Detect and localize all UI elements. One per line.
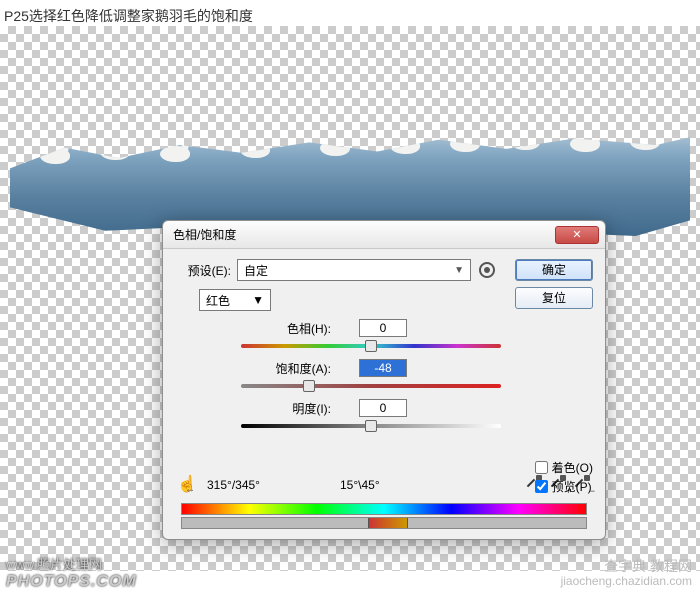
- watermark-left-line2: PHOTOPS.COM: [6, 573, 137, 591]
- saturation-track: [241, 384, 501, 388]
- chevron-down-icon: ▼: [252, 293, 264, 307]
- hue-thumb[interactable]: [365, 340, 377, 352]
- colorize-checkbox-label[interactable]: 着色(O): [535, 459, 593, 476]
- preview-text: 预览(P): [552, 478, 592, 495]
- saturation-row: 饱和度(A): -48: [241, 359, 501, 393]
- preset-label: 预设(E):: [175, 262, 231, 279]
- range-right-degrees: 15°\45°: [340, 478, 380, 492]
- preview-checkbox-label[interactable]: 预览(P): [535, 478, 593, 495]
- saturation-slider[interactable]: [241, 379, 501, 393]
- lightness-input[interactable]: 0: [359, 399, 407, 417]
- preset-select[interactable]: 自定 ▼: [237, 259, 471, 281]
- canvas-checkerboard: 色相/饱和度 ✕ 确定 复位 预设(E): 自定 ▼ 红色: [0, 26, 700, 571]
- dialog-body: 确定 复位 预设(E): 自定 ▼ 红色 ▼: [163, 249, 605, 539]
- hue-range-selection[interactable]: [368, 518, 408, 528]
- watermark-right-sub: jiaocheng.chazidian.com: [561, 574, 692, 588]
- hue-spectrum-top: [181, 503, 587, 515]
- saturation-thumb[interactable]: [303, 380, 315, 392]
- preset-value: 自定: [244, 262, 268, 279]
- lightness-slider[interactable]: [241, 419, 501, 433]
- watermark-left: www.照片处理网 PHOTOPS.COM: [6, 554, 137, 591]
- hue-label: 色相(H):: [241, 320, 331, 337]
- hue-range-indicator[interactable]: [181, 517, 587, 529]
- channel-value: 红色: [206, 292, 230, 309]
- hue-saturation-dialog: 色相/饱和度 ✕ 确定 复位 预设(E): 自定 ▼ 红色: [162, 220, 606, 540]
- page-caption: P25选择红色降低调整家鹅羽毛的饱和度: [4, 6, 253, 26]
- sliders-group: 色相(H): 0 饱和度(A): -48: [241, 319, 501, 433]
- lightness-thumb[interactable]: [365, 420, 377, 432]
- close-icon: ✕: [572, 228, 581, 241]
- dialog-titlebar[interactable]: 色相/饱和度 ✕: [163, 221, 605, 249]
- preview-checkbox[interactable]: [535, 480, 548, 493]
- channel-select[interactable]: 红色 ▼: [199, 289, 271, 311]
- colorize-text: 着色(O): [552, 459, 593, 476]
- dialog-title: 色相/饱和度: [169, 226, 555, 243]
- watermark-left-line1: www.照片处理网: [6, 554, 137, 573]
- preset-options-icon[interactable]: [479, 262, 495, 278]
- colorize-checkbox[interactable]: [535, 461, 548, 474]
- hue-input[interactable]: 0: [359, 319, 407, 337]
- checkbox-group: 着色(O) 预览(P): [535, 457, 593, 495]
- hue-range-strip: [181, 503, 587, 529]
- range-row: 315°/345° 15°\45° + −: [175, 473, 593, 497]
- scrub-hand-icon[interactable]: [175, 474, 197, 496]
- ok-button[interactable]: 确定: [515, 259, 593, 281]
- lightness-label: 明度(I):: [241, 400, 331, 417]
- close-button[interactable]: ✕: [555, 226, 599, 244]
- range-left-degrees: 315°/345°: [207, 478, 260, 492]
- hue-row: 色相(H): 0: [241, 319, 501, 353]
- saturation-input[interactable]: -48: [359, 359, 407, 377]
- lightness-row: 明度(I): 0: [241, 399, 501, 433]
- watermark-right-site: 查字典 教程网: [604, 556, 692, 576]
- image-content-geese: [10, 106, 690, 236]
- saturation-label: 饱和度(A):: [241, 360, 331, 377]
- hue-slider[interactable]: [241, 339, 501, 353]
- chevron-down-icon: ▼: [454, 265, 464, 276]
- reset-button[interactable]: 复位: [515, 287, 593, 309]
